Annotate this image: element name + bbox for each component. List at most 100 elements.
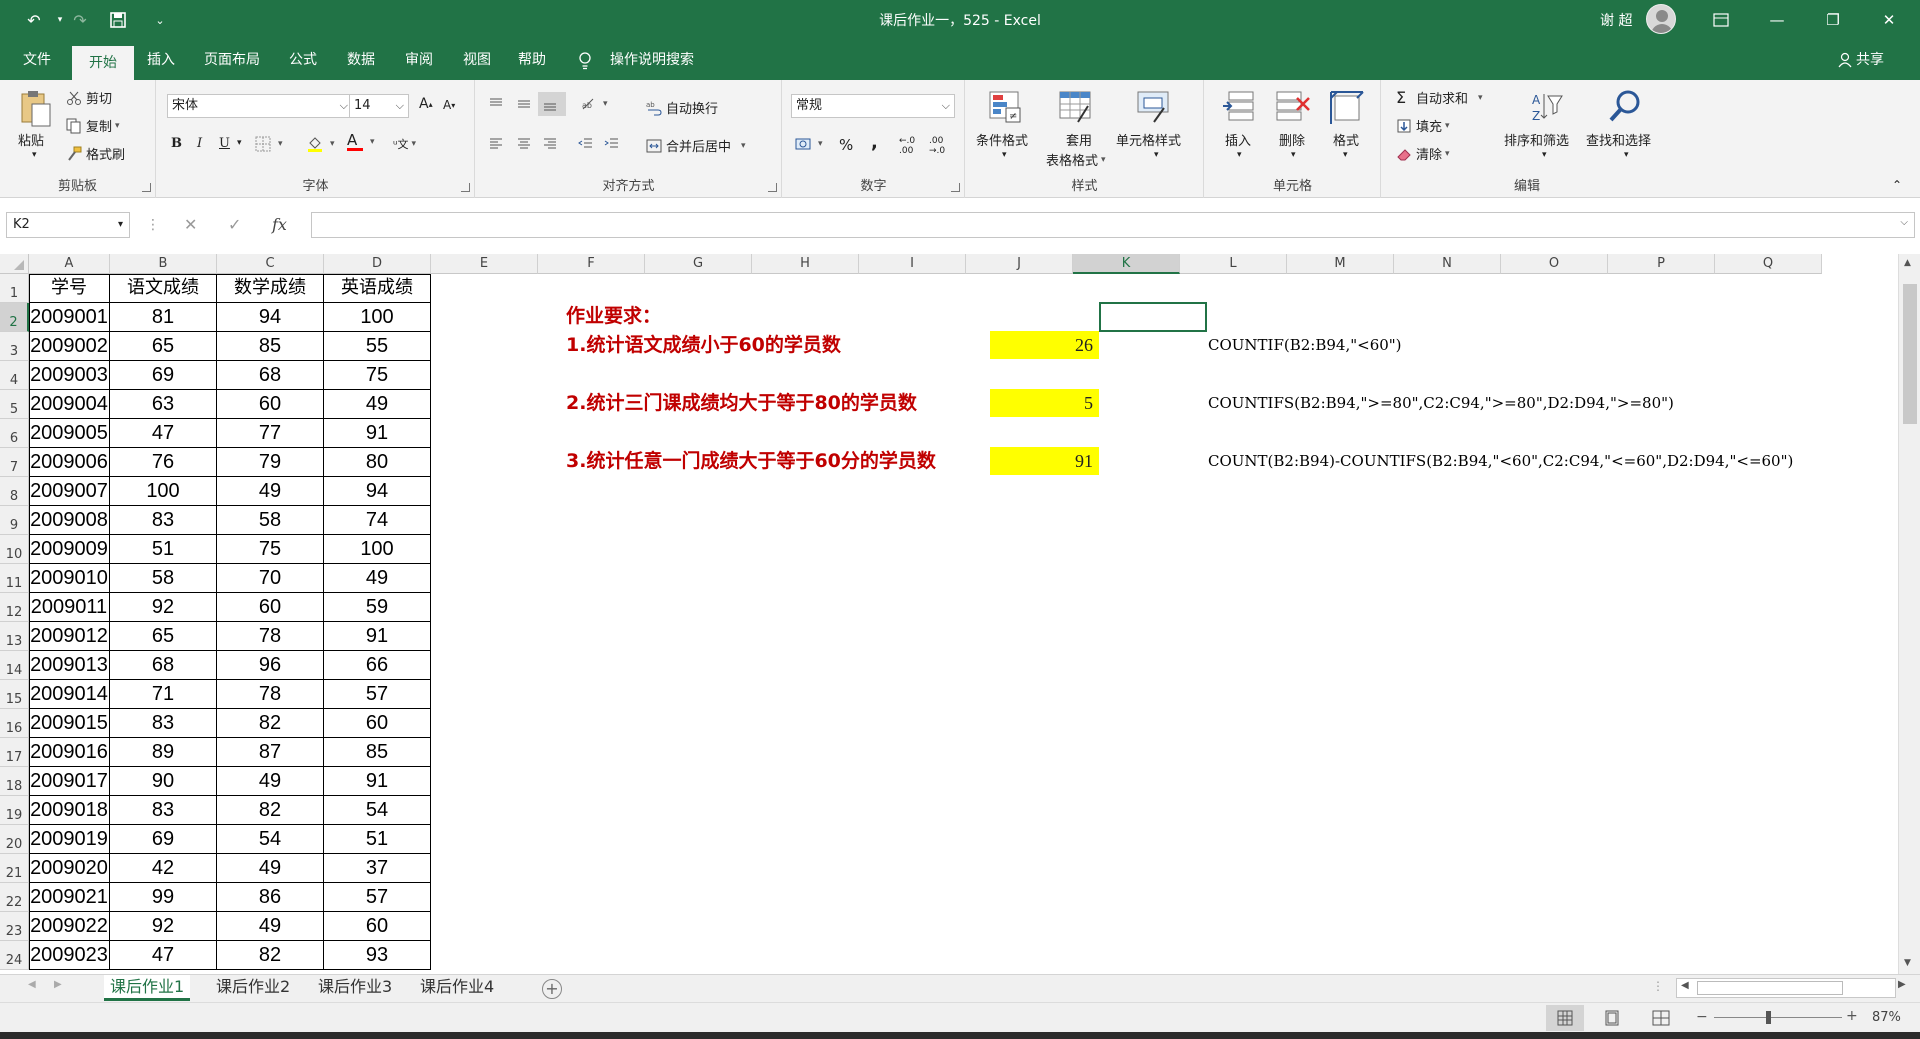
table-cell[interactable]: 69 [110,361,217,390]
table-cell[interactable]: 82 [217,941,324,970]
table-cell[interactable]: 51 [324,825,431,854]
row-header-15[interactable]: 15 [0,680,29,709]
column-header-d[interactable]: D [324,254,431,274]
table-cell[interactable]: 75 [217,535,324,564]
page-break-view-button[interactable] [1652,1010,1670,1030]
table-header-cell[interactable]: 数学成绩 [217,274,324,303]
restore-icon[interactable]: ❐ [1805,0,1861,40]
comma-style-button[interactable]: , [871,132,878,153]
table-cell[interactable]: 85 [217,332,324,361]
tab-insert[interactable]: 插入 [136,40,186,80]
delete-cells-icon[interactable] [1275,90,1311,126]
table-header-cell[interactable]: 学号 [29,274,110,303]
table-cell[interactable]: 49 [324,564,431,593]
row-header-19[interactable]: 19 [0,796,29,825]
number-launcher-icon[interactable] [951,183,960,192]
table-cell[interactable]: 63 [110,390,217,419]
delete-dropdown-icon[interactable]: ▾ [1291,150,1296,160]
align-top-button[interactable] [488,96,508,112]
table-cell[interactable]: 89 [110,738,217,767]
page-layout-view-button[interactable] [1604,1010,1620,1030]
table-cell[interactable]: 100 [324,535,431,564]
select-all-corner[interactable] [0,254,29,274]
table-cell[interactable]: 54 [324,796,431,825]
table-cell[interactable]: 83 [110,709,217,738]
format-dropdown-icon[interactable]: ▾ [1343,150,1348,160]
cancel-entry-icon[interactable]: ✕ [184,212,197,238]
next-sheet-icon[interactable]: ▶ [54,979,62,990]
row-header-10[interactable]: 10 [0,535,29,564]
table-cell[interactable]: 2009005 [29,419,110,448]
table-cell[interactable]: 91 [324,419,431,448]
zoom-out-icon[interactable]: − [1696,1009,1708,1025]
table-cell[interactable]: 74 [324,506,431,535]
sheet-tab-1[interactable]: 课后作业1 [104,975,191,1001]
tab-review[interactable]: 审阅 [394,40,444,80]
table-cell[interactable]: 51 [110,535,217,564]
table-cell[interactable]: 2009004 [29,390,110,419]
share-button[interactable]: 共享 [1856,40,1884,80]
row-header-2[interactable]: 2 [0,303,29,332]
table-cell[interactable]: 92 [110,593,217,622]
conditional-formatting-icon[interactable]: ≠ [988,90,1024,126]
table-cell[interactable]: 2009008 [29,506,110,535]
table-cell[interactable]: 78 [217,680,324,709]
task-3-formula[interactable]: COUNT(B2:B94)-COUNTIFS(B2:B94,"<60",C2:C… [1208,447,1793,476]
table-cell[interactable]: 65 [110,332,217,361]
task-2-formula[interactable]: COUNTIFS(B2:B94,">=80",C2:C94,">=80",D2:… [1208,389,1674,418]
cell-styles-icon[interactable] [1136,90,1172,126]
vertical-scroll-thumb[interactable] [1903,284,1917,424]
column-header-g[interactable]: G [645,254,752,274]
tab-formulas[interactable]: 公式 [278,40,328,80]
column-header-m[interactable]: M [1287,254,1394,274]
increase-decimal-button[interactable]: ←.0.00 [899,136,915,156]
worksheet-grid[interactable]: ABCDEFGHIJKLMNOPQ 1 2 3 4 5 6 7 8 9 10 11 12 13 14 15 1… [0,254,1920,974]
table-cell[interactable]: 68 [217,361,324,390]
underline-button[interactable]: U [219,136,230,151]
table-cell[interactable]: 80 [324,448,431,477]
table-cell[interactable]: 2009022 [29,912,110,941]
table-cell[interactable]: 65 [110,622,217,651]
tab-split-handle-icon[interactable]: ⋮ [1652,979,1664,993]
increase-font-size-button[interactable]: A ▴ [419,96,433,112]
cut-button[interactable]: 剪切 [66,88,112,107]
table-cell[interactable]: 78 [217,622,324,651]
confirm-entry-icon[interactable]: ✓ [228,212,241,238]
zoom-level[interactable]: 87% [1872,1010,1901,1025]
table-cell[interactable]: 60 [217,593,324,622]
table-cell[interactable]: 99 [110,883,217,912]
table-cell[interactable]: 58 [217,506,324,535]
task-1-formula[interactable]: COUNTIF(B2:B94,"<60") [1208,331,1402,360]
merge-center-button[interactable]: 合并后居中 ▾ [646,136,746,155]
table-cell[interactable]: 94 [324,477,431,506]
scroll-left-icon[interactable]: ◀ [1681,980,1689,991]
row-header-13[interactable]: 13 [0,622,29,651]
sort-filter-icon[interactable]: AZ [1528,90,1564,126]
row-header-23[interactable]: 23 [0,912,29,941]
table-cell[interactable]: 96 [217,651,324,680]
active-cell-k2[interactable] [1099,302,1207,332]
table-cell[interactable]: 2009021 [29,883,110,912]
row-header-5[interactable]: 5 [0,390,29,419]
table-cell[interactable]: 59 [324,593,431,622]
user-name[interactable]: 谢 超 [1600,10,1632,30]
row-header-21[interactable]: 21 [0,854,29,883]
table-cell[interactable]: 2009012 [29,622,110,651]
table-cell[interactable]: 81 [110,303,217,332]
prev-sheet-icon[interactable]: ◀ [28,979,36,990]
fill-button[interactable]: 填充 ▾ [1396,116,1450,135]
new-sheet-button[interactable]: + [542,979,562,999]
table-cell[interactable]: 49 [217,767,324,796]
bold-button[interactable]: B [171,136,182,151]
row-header-9[interactable]: 9 [0,506,29,535]
insert-cells-button[interactable]: 插入 [1225,130,1251,149]
sheet-tab-4[interactable]: 课后作业4 [414,975,500,1001]
find-select-button[interactable]: 查找和选择 [1586,130,1651,149]
table-cell[interactable]: 42 [110,854,217,883]
table-cell[interactable]: 2009023 [29,941,110,970]
horizontal-scroll-thumb[interactable] [1697,981,1843,995]
copy-button[interactable]: 复制 ▾ [66,116,120,135]
table-cell[interactable]: 2009009 [29,535,110,564]
zoom-slider[interactable] [1714,1017,1842,1018]
table-cell[interactable]: 100 [110,477,217,506]
